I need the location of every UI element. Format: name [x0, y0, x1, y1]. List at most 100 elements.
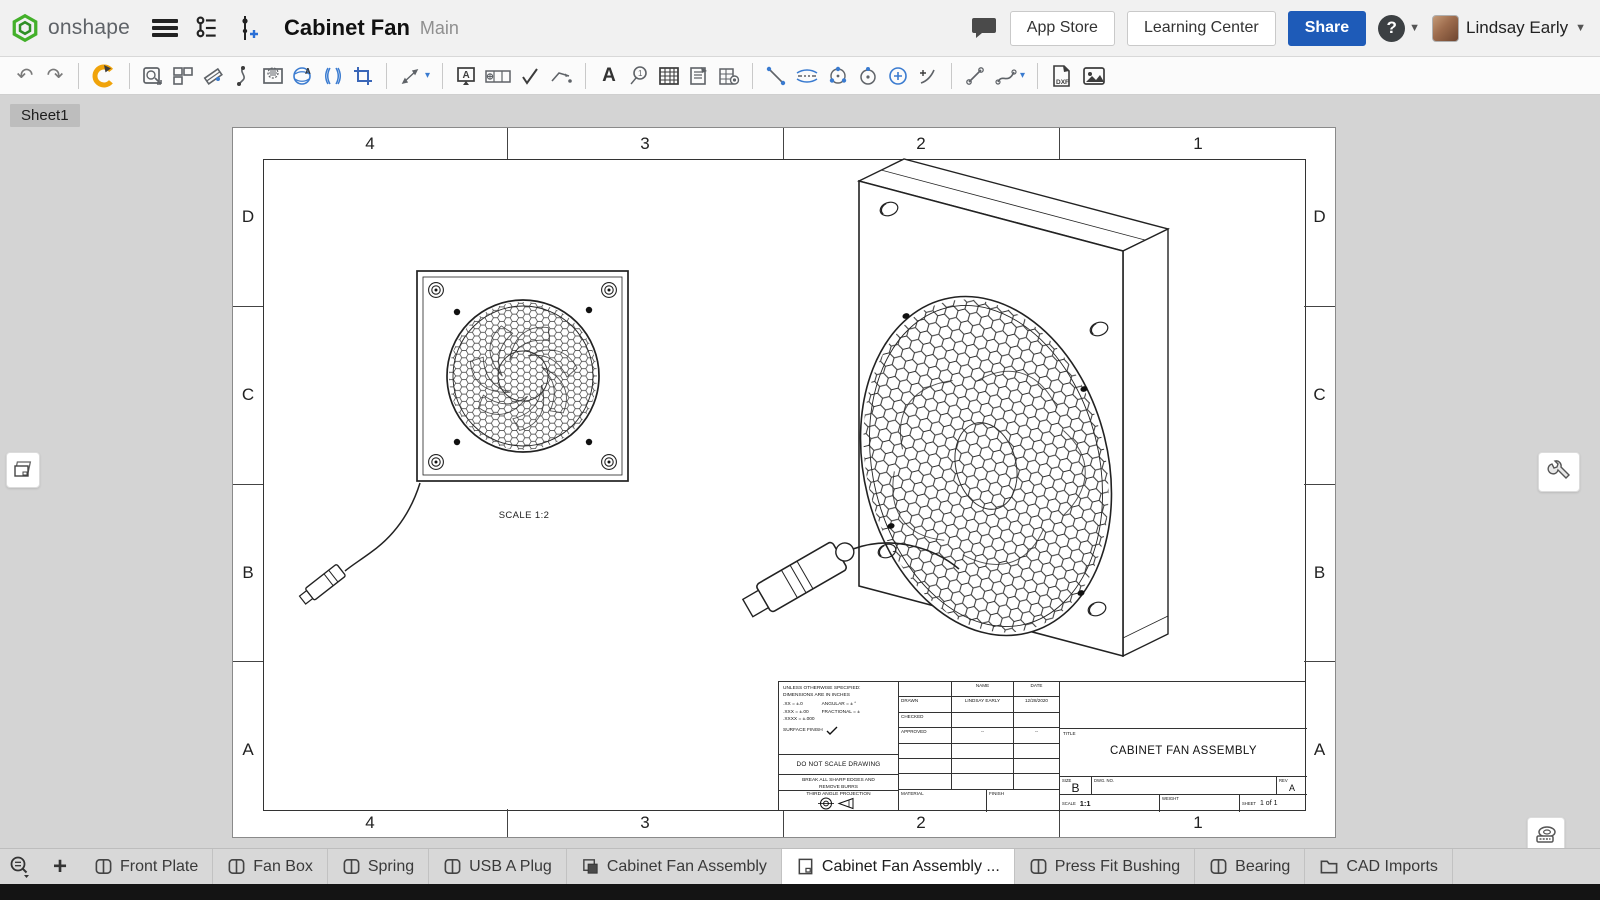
tab-front-plate[interactable]: Front Plate — [80, 849, 213, 884]
tab-bearing[interactable]: Bearing — [1195, 849, 1305, 884]
approved-date: -- — [1014, 728, 1060, 744]
tol-xx: .XX = ±.0 — [783, 701, 815, 708]
svg-text:1: 1 — [638, 69, 643, 78]
part-studio-icon — [94, 857, 113, 876]
learning-center-button[interactable]: Learning Center — [1127, 11, 1276, 46]
zone-label: 4 — [233, 809, 507, 837]
chevron-down-icon: ▾ — [1020, 70, 1025, 81]
svg-text:A: A — [463, 70, 470, 81]
zone-label: C — [1304, 306, 1335, 484]
share-button[interactable]: Share — [1288, 11, 1366, 46]
tab-fan-box[interactable]: Fan Box — [213, 849, 328, 884]
printer-icon — [1534, 824, 1558, 846]
tab-cad-imports[interactable]: CAD Imports — [1305, 849, 1453, 884]
surface-finish-icon[interactable] — [515, 61, 545, 91]
chevron-down-icon: ▼ — [1575, 22, 1586, 34]
versions-history-icon[interactable] — [194, 15, 220, 41]
third-angle-projection-icon — [817, 797, 861, 810]
table-icon[interactable] — [654, 61, 684, 91]
sheets-panel-button[interactable] — [6, 452, 40, 488]
brand-text: onshape — [48, 16, 130, 40]
point-to-point-line-icon[interactable] — [761, 61, 791, 91]
title-block: UNLESS OTHERWISE SPECIFIED: DIMENSIONS A… — [778, 681, 1306, 811]
sheet-settings-icon[interactable]: A — [288, 61, 318, 91]
balloon-icon[interactable]: 1 — [624, 61, 654, 91]
onshape-logo[interactable]: onshape — [10, 13, 130, 43]
avatar[interactable] — [1432, 15, 1459, 42]
drawn-name: LINDSAY EARLY — [952, 697, 1014, 713]
main-menu-icon[interactable] — [152, 19, 178, 37]
drawn-label: DRAWN — [899, 697, 952, 713]
do-not-scale-label: DO NOT SCALE DRAWING — [779, 754, 898, 774]
insert-image-icon[interactable] — [1078, 61, 1110, 91]
tab-cabinet-fan-assembly[interactable]: Cabinet Fan Assembly — [567, 849, 782, 884]
add-tab-button[interactable]: + — [40, 849, 80, 884]
front-view[interactable] — [296, 256, 646, 606]
zone-label: B — [233, 484, 263, 661]
front-view-scale-label: SCALE 1:2 — [459, 510, 589, 521]
scale-value: 1:1 — [1080, 799, 1091, 808]
help-icon[interactable]: ? — [1378, 15, 1405, 42]
assembly-icon — [581, 857, 600, 876]
drawing-canvas[interactable]: Sheet1 4 3 2 1 4 3 2 1 D C B A D C B A — [0, 95, 1600, 848]
three-point-center-icon[interactable] — [823, 61, 853, 91]
undo-button[interactable]: ↶ — [10, 61, 40, 91]
weld-symbol-icon[interactable] — [545, 61, 577, 91]
zone-label: A — [233, 661, 263, 839]
update-views-icon[interactable] — [87, 61, 121, 91]
svg-text:DXF: DXF — [1056, 79, 1069, 86]
folder-icon — [1319, 857, 1339, 876]
text-icon[interactable]: A — [594, 61, 624, 91]
user-menu[interactable]: Lindsay Early ▼ — [1432, 15, 1586, 42]
toolbar-separator — [585, 63, 586, 89]
app-store-button[interactable]: App Store — [1010, 11, 1115, 46]
workspace-name[interactable]: Main — [420, 18, 459, 39]
sheets-stack-icon — [12, 459, 34, 481]
search-tabs-button[interactable] — [0, 849, 40, 884]
detail-view-icon[interactable] — [258, 61, 288, 91]
centerline-icon[interactable] — [791, 61, 823, 91]
tab-press-fit-bushing[interactable]: Press Fit Bushing — [1015, 849, 1195, 884]
search-icon — [8, 855, 32, 879]
hole-table-icon[interactable] — [714, 61, 744, 91]
tab-spring[interactable]: Spring — [328, 849, 429, 884]
tab-usb-a-plug[interactable]: USB A Plug — [429, 849, 567, 884]
section-view-icon[interactable] — [198, 61, 228, 91]
break-view-icon[interactable] — [318, 61, 348, 91]
gdt-frame-icon[interactable] — [481, 61, 515, 91]
feedback-chat-icon[interactable] — [970, 15, 998, 41]
bom-table-icon[interactable] — [684, 61, 714, 91]
center-mark-icon[interactable] — [883, 61, 913, 91]
tab-cabinet-fan-assembly-drawing[interactable]: Cabinet Fan Assembly ... — [782, 849, 1015, 884]
export-dxf-icon[interactable]: DXF — [1046, 61, 1078, 91]
create-version-icon[interactable] — [236, 14, 260, 42]
line-icon[interactable] — [960, 61, 990, 91]
tangent-line-icon[interactable] — [913, 61, 943, 91]
projected-view-icon[interactable] — [168, 61, 198, 91]
toolbar-separator — [386, 63, 387, 89]
drawing-tools-button[interactable] — [1538, 452, 1580, 492]
sheet-tab[interactable]: Sheet1 — [10, 104, 80, 127]
top-header: onshape Cabinet Fan Main App Store Learn… — [0, 0, 1600, 57]
insert-view-icon[interactable] — [138, 61, 168, 91]
redo-button[interactable]: ↷ — [40, 61, 70, 91]
section-line-icon[interactable] — [228, 61, 258, 91]
sheet-value: 1 of 1 — [1260, 800, 1278, 807]
drawing-sheet[interactable]: 4 3 2 1 4 3 2 1 D C B A D C B A — [232, 127, 1336, 838]
isometric-view[interactable] — [741, 151, 1191, 676]
note-icon[interactable]: A — [451, 61, 481, 91]
drawing-title: CABINET FAN ASSEMBLY — [1060, 745, 1307, 757]
wrench-icon — [1547, 460, 1571, 484]
help-menu[interactable]: ? ▼ — [1378, 15, 1420, 42]
dimension-icon[interactable]: ▾ — [395, 61, 434, 91]
element-tab-bar: + Front Plate Fan Box Spring USB A Plug … — [0, 848, 1600, 884]
chevron-down-icon: ▾ — [425, 70, 430, 81]
material-label: MATERIAL — [899, 790, 987, 812]
toolbar-separator — [752, 63, 753, 89]
crop-view-icon[interactable] — [348, 61, 378, 91]
center-mark-circle-icon[interactable] — [853, 61, 883, 91]
spline-icon[interactable]: ▾ — [990, 61, 1029, 91]
size-value: B — [1060, 781, 1091, 795]
chevron-down-icon: ▼ — [1409, 22, 1420, 34]
tolerance-block: UNLESS OTHERWISE SPECIFIED: DIMENSIONS A… — [779, 682, 899, 810]
